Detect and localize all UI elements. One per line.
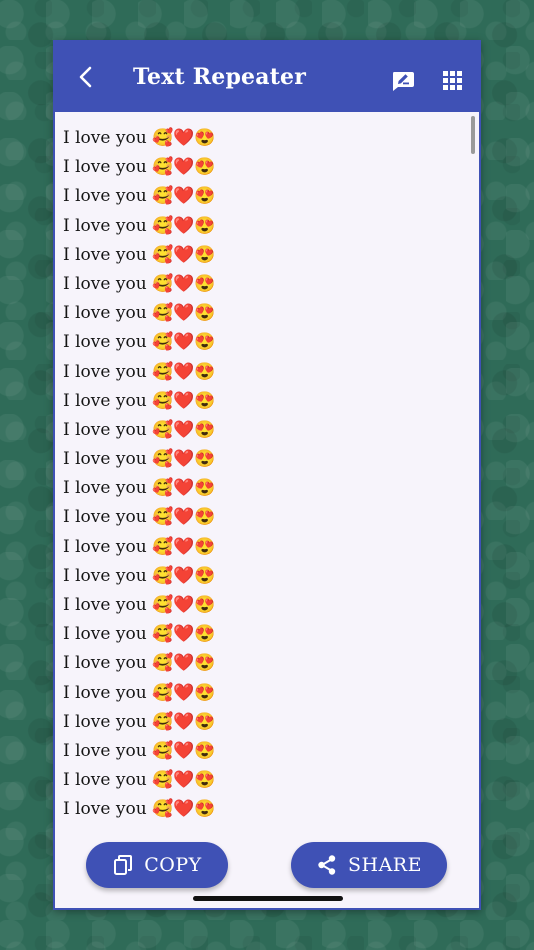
repeated-text-line: I love you 🥰❤️😍: [63, 653, 216, 674]
repeated-text-output[interactable]: I love you 🥰❤️😍 I love you 🥰❤️😍 I love y…: [55, 112, 479, 842]
share-button[interactable]: SHARE: [291, 842, 447, 888]
edit-text-icon[interactable]: [391, 70, 415, 92]
share-icon: [316, 854, 338, 876]
repeated-text-line: I love you 🥰❤️😍: [63, 361, 216, 382]
home-indicator[interactable]: [193, 896, 343, 901]
repeated-text-line: I love you 🥰❤️😍: [63, 273, 216, 294]
repeated-text-line: I love you 🥰❤️😍: [63, 711, 216, 732]
repeated-text-line: I love you 🥰❤️😍: [63, 303, 216, 324]
repeated-text-line: I love you 🥰❤️😍: [63, 740, 216, 761]
repeated-text-line: I love you 🥰❤️😍: [63, 128, 216, 148]
repeated-text-line: I love you 🥰❤️😍: [63, 507, 216, 528]
page-title: Text Repeater: [133, 64, 307, 90]
scrollbar[interactable]: [471, 116, 475, 154]
repeated-text-line: I love you 🥰❤️😍: [63, 215, 216, 236]
repeated-text-line: I love you 🥰❤️😍: [63, 595, 216, 615]
repeated-text-line: I love you 🥰❤️😍: [63, 390, 216, 411]
repeated-text-line: I love you 🥰❤️😍: [63, 799, 216, 820]
repeated-text-line: I love you 🥰❤️😍: [63, 449, 216, 470]
repeated-text-line: I love you 🥰❤️😍: [63, 565, 216, 586]
copy-button-label: COPY: [144, 854, 202, 876]
repeated-text-line: I love you 🥰❤️😍: [63, 186, 216, 207]
repeated-text-list: I love you 🥰❤️😍 I love you 🥰❤️😍 I love y…: [55, 112, 479, 825]
app-screen: Text Repeater I love you �: [53, 40, 481, 910]
repeated-text-line: I love you 🥰❤️😍: [63, 770, 216, 791]
repeated-text-line: I love you 🥰❤️😍: [63, 624, 216, 645]
repeated-text-line: I love you 🥰❤️😍: [63, 478, 216, 499]
repeated-text-line: I love you 🥰❤️😍: [63, 419, 216, 440]
repeated-text-line: I love you 🥰❤️😍: [63, 332, 216, 353]
repeated-text-line: I love you 🥰❤️😍: [63, 536, 216, 557]
grid-menu-icon[interactable]: [443, 71, 462, 90]
share-button-label: SHARE: [348, 854, 422, 876]
copy-icon: [112, 854, 134, 876]
back-arrow-icon[interactable]: [73, 64, 99, 90]
repeated-text-line: I love you 🥰❤️😍: [63, 157, 216, 178]
repeated-text-line: I love you 🥰❤️😍: [63, 682, 216, 703]
copy-button[interactable]: COPY: [86, 842, 228, 888]
app-bar: Text Repeater: [55, 42, 479, 112]
repeated-text-line: I love you 🥰❤️😍: [63, 244, 216, 265]
